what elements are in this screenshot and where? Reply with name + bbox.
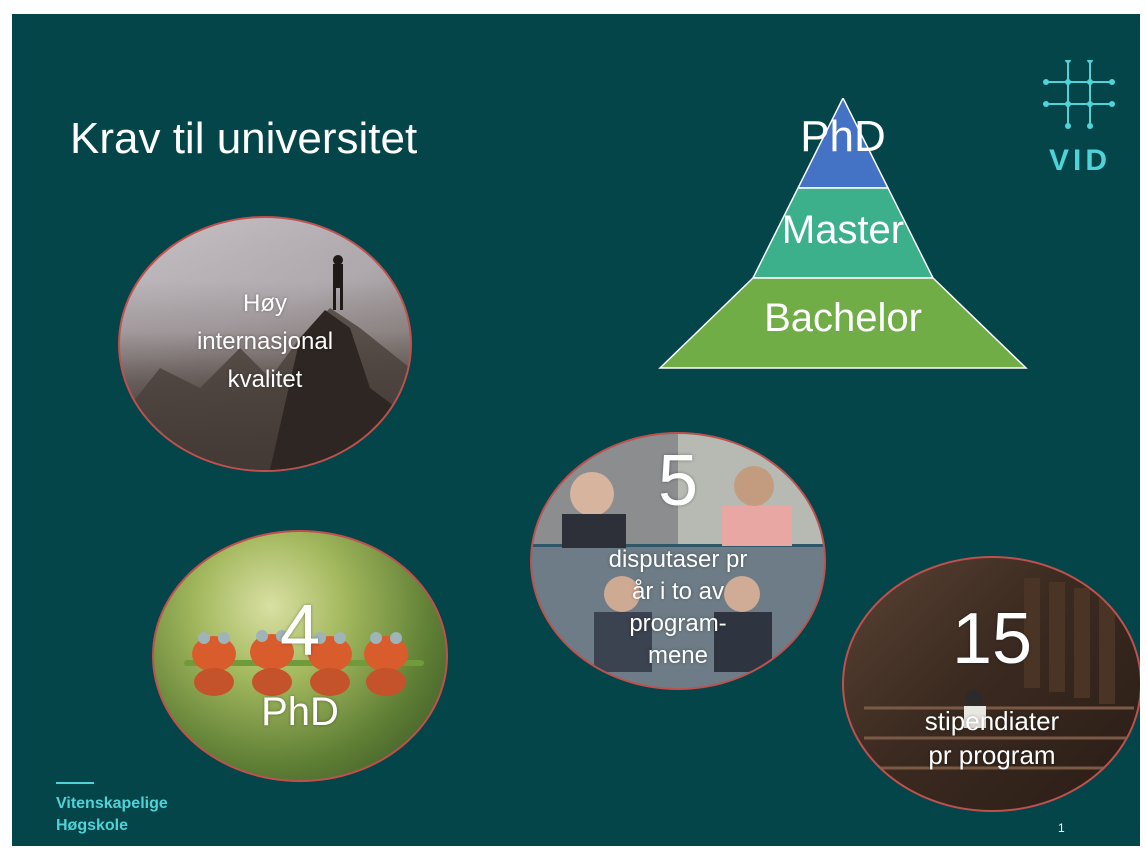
footer-line-1: Vitenskapelige (56, 795, 168, 812)
stipendiater-text-1: stipendiater (924, 706, 1060, 736)
oval-disputaser: 5 disputaser pr år i to av program- mene (530, 432, 826, 690)
phd-count-label: PhD (261, 690, 339, 734)
footer-accent-line (56, 782, 94, 784)
pyramid-label-master: Master (781, 208, 905, 252)
footer-institution: Vitenskapelige Høgskole (56, 793, 168, 837)
disputaser-text-4: mene (647, 642, 709, 669)
oval-stipendiater: 15 stipendiater pr program (842, 556, 1140, 812)
page-number: 1 (1058, 821, 1065, 835)
pyramid-label-phd: PhD (800, 112, 886, 161)
oval-international-quality: Høy internasjonal kvalitet (118, 216, 412, 472)
slide: Krav til universitet VID PhD Master Bach… (12, 14, 1140, 846)
footer-line-2: Høgskole (56, 817, 129, 834)
quality-text-3: kvalitet (227, 366, 303, 393)
stipendiater-text-2: pr program (928, 740, 1056, 770)
disputaser-text-3: program- (629, 610, 727, 637)
quality-text-1: Høy (243, 290, 287, 317)
slide-title: Krav til universitet (70, 114, 418, 163)
disputaser-number: 5 (657, 441, 699, 521)
oval-phd-count: 4 PhD (152, 530, 448, 782)
stipendiater-number: 15 (951, 599, 1033, 679)
quality-text-2: internasjonal (196, 328, 334, 355)
pyramid-label-bachelor: Bachelor (764, 296, 922, 340)
disputaser-text-1: disputaser pr (608, 546, 748, 573)
vid-logo-text: VID (1048, 144, 1111, 177)
phd-count-number: 4 (279, 591, 321, 671)
disputaser-text-2: år i to av (631, 578, 725, 605)
library-image (864, 578, 1134, 770)
